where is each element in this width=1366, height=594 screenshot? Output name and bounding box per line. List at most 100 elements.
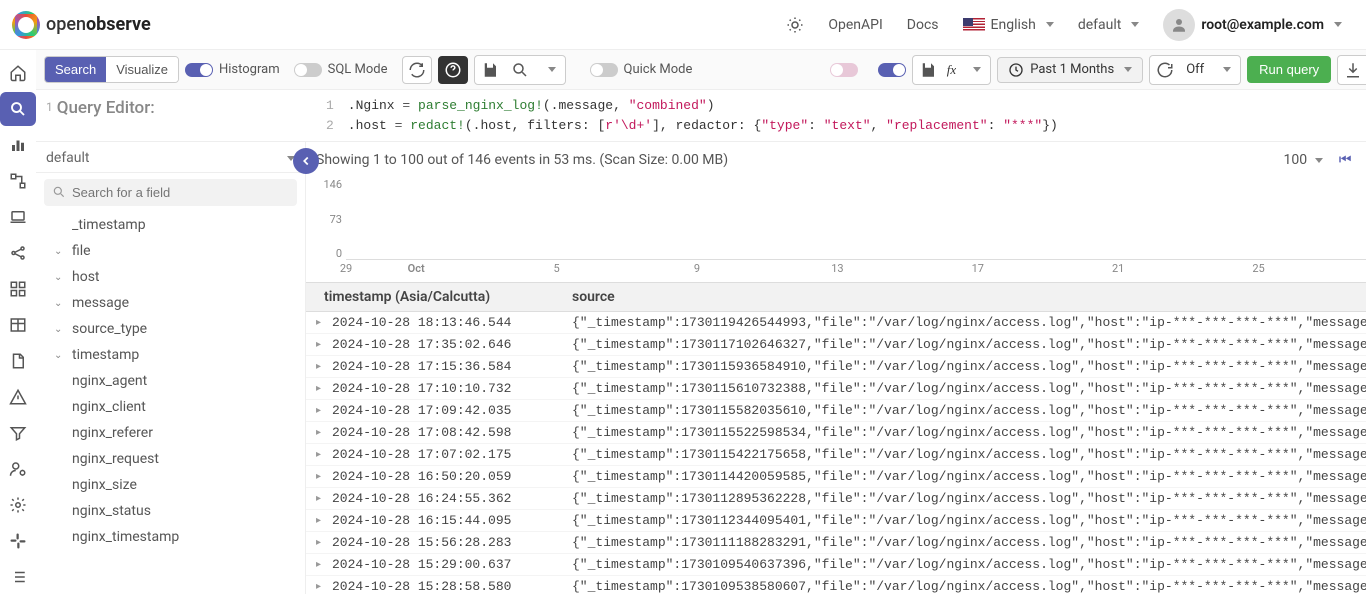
expand-row-icon[interactable]: ▸ bbox=[316, 339, 332, 351]
table-row[interactable]: ▸2024-10-28 17:07:02.175{"_timestamp":17… bbox=[306, 444, 1366, 466]
field-nginx_size[interactable]: nginx_size bbox=[36, 472, 305, 498]
table-row[interactable]: ▸2024-10-28 15:28:58.580{"_timestamp":17… bbox=[306, 576, 1366, 594]
expand-row-icon[interactable]: ▸ bbox=[316, 537, 332, 549]
field-host[interactable]: ⌄host bbox=[36, 264, 305, 290]
cell-timestamp: 2024-10-28 18:13:46.544 bbox=[332, 315, 572, 330]
expand-row-icon[interactable]: ▸ bbox=[316, 361, 332, 373]
nav-reports[interactable] bbox=[0, 344, 36, 378]
field-nginx_timestamp[interactable]: nginx_timestamp bbox=[36, 524, 305, 550]
expand-row-icon[interactable]: ▸ bbox=[316, 317, 332, 329]
pager-prev[interactable]: ◀ bbox=[1361, 148, 1366, 172]
search-saved-button[interactable] bbox=[505, 56, 535, 84]
nav-metrics[interactable] bbox=[0, 128, 36, 162]
col-header-timestamp[interactable]: timestamp (Asia/Calcutta) bbox=[316, 289, 572, 305]
nav-dashboards[interactable] bbox=[0, 272, 36, 306]
fx-save-button[interactable] bbox=[913, 56, 943, 84]
collapse-fields-button[interactable] bbox=[293, 148, 319, 174]
expand-row-icon[interactable]: ▸ bbox=[316, 559, 332, 571]
expand-row-icon[interactable]: ▸ bbox=[316, 471, 332, 483]
unknown-toggle-2[interactable] bbox=[878, 63, 906, 77]
user-menu[interactable]: root@example.com bbox=[1151, 3, 1354, 47]
expand-row-icon[interactable]: ▸ bbox=[316, 383, 332, 395]
table-row[interactable]: ▸2024-10-28 16:50:20.059{"_timestamp":17… bbox=[306, 466, 1366, 488]
nav-pipelines[interactable] bbox=[0, 236, 36, 270]
docs-link[interactable]: Docs bbox=[895, 11, 951, 39]
field-_timestamp[interactable]: _timestamp bbox=[36, 212, 305, 238]
code-editor[interactable]: 1 .Nginx = parse_nginx_log!(.message, "c… bbox=[316, 90, 1366, 141]
brand-a: open bbox=[46, 14, 86, 35]
expand-row-icon[interactable]: ▸ bbox=[316, 515, 332, 527]
field-nginx_status[interactable]: nginx_status bbox=[36, 498, 305, 524]
nav-traces[interactable] bbox=[0, 164, 36, 198]
field-timestamp[interactable]: ⌄timestamp bbox=[36, 342, 305, 368]
table-row[interactable]: ▸2024-10-28 16:24:55.362{"_timestamp":17… bbox=[306, 488, 1366, 510]
field-nginx_referer[interactable]: nginx_referer bbox=[36, 420, 305, 446]
table-row[interactable]: ▸2024-10-28 17:15:36.584{"_timestamp":17… bbox=[306, 356, 1366, 378]
org-select[interactable]: default bbox=[1066, 11, 1152, 39]
field-nginx_request[interactable]: nginx_request bbox=[36, 446, 305, 472]
chevron-down-icon bbox=[548, 67, 556, 72]
time-range-select[interactable]: Past 1 Months bbox=[997, 57, 1143, 83]
nav-functions[interactable] bbox=[0, 416, 36, 450]
page-size-select[interactable]: 100 bbox=[1284, 152, 1324, 168]
mode-visualize[interactable]: Visualize bbox=[106, 57, 178, 82]
help-button[interactable] bbox=[438, 56, 468, 84]
field-search-input[interactable] bbox=[44, 179, 297, 206]
theme-toggle[interactable] bbox=[774, 10, 816, 40]
field-source_type[interactable]: ⌄source_type bbox=[36, 316, 305, 342]
nav-rum[interactable] bbox=[0, 200, 36, 234]
table-row[interactable]: ▸2024-10-28 17:35:02.646{"_timestamp":17… bbox=[306, 334, 1366, 356]
language-select[interactable]: English bbox=[951, 11, 1066, 39]
expand-row-icon[interactable]: ▸ bbox=[316, 427, 332, 439]
mode-search[interactable]: Search bbox=[45, 57, 106, 82]
nav-slack[interactable] bbox=[0, 524, 36, 558]
expand-row-icon[interactable]: ▸ bbox=[316, 449, 332, 461]
nav-home[interactable] bbox=[0, 56, 36, 90]
nav-streams[interactable] bbox=[0, 308, 36, 342]
nav-settings[interactable] bbox=[0, 488, 36, 522]
nav-alerts[interactable] bbox=[0, 380, 36, 414]
field-message[interactable]: ⌄message bbox=[36, 290, 305, 316]
download-button[interactable] bbox=[1338, 56, 1366, 84]
expand-row-icon[interactable]: ▸ bbox=[316, 405, 332, 417]
table-row[interactable]: ▸2024-10-28 15:29:00.637{"_timestamp":17… bbox=[306, 554, 1366, 576]
table-row[interactable]: ▸2024-10-28 17:08:42.598{"_timestamp":17… bbox=[306, 422, 1366, 444]
field-file[interactable]: ⌄file bbox=[36, 238, 305, 264]
unknown-toggle-1[interactable] bbox=[830, 63, 858, 77]
save-button[interactable] bbox=[475, 56, 505, 84]
table-head: timestamp (Asia/Calcutta) source bbox=[306, 282, 1366, 312]
cell-timestamp: 2024-10-28 17:08:42.598 bbox=[332, 425, 572, 440]
run-query-button[interactable]: Run query bbox=[1247, 56, 1331, 83]
table-row[interactable]: ▸2024-10-28 17:10:10.732{"_timestamp":17… bbox=[306, 378, 1366, 400]
reset-button[interactable] bbox=[402, 56, 432, 84]
refresh-now-button[interactable] bbox=[1150, 56, 1180, 84]
nav-about[interactable] bbox=[0, 560, 36, 594]
stream-select[interactable]: default bbox=[36, 142, 305, 173]
histogram-toggle[interactable] bbox=[185, 63, 213, 77]
list-icon bbox=[9, 568, 27, 586]
expand-row-icon[interactable]: ▸ bbox=[316, 493, 332, 505]
field-nginx_client[interactable]: nginx_client bbox=[36, 394, 305, 420]
table-row[interactable]: ▸2024-10-28 15:56:28.283{"_timestamp":17… bbox=[306, 532, 1366, 554]
table-row[interactable]: ▸2024-10-28 18:13:46.544{"_timestamp":17… bbox=[306, 312, 1366, 334]
pager-first[interactable]: ⏮ bbox=[1333, 148, 1357, 172]
field-list: _timestamp⌄file⌄host⌄message⌄source_type… bbox=[36, 212, 305, 594]
histogram-chart[interactable]: 146730 29Oct5913172125 bbox=[346, 178, 1366, 278]
logo[interactable]: openobserve bbox=[12, 11, 151, 39]
nav-iam[interactable] bbox=[0, 452, 36, 486]
cell-source: {"_timestamp":1730112344095401,"file":"/… bbox=[572, 513, 1366, 528]
table-row[interactable]: ▸2024-10-28 16:15:44.095{"_timestamp":17… bbox=[306, 510, 1366, 532]
cell-source: {"_timestamp":1730115610732388,"file":"/… bbox=[572, 381, 1366, 396]
fx-dropdown[interactable] bbox=[960, 56, 990, 84]
save-dropdown[interactable] bbox=[535, 56, 565, 84]
expand-row-icon[interactable]: ▸ bbox=[316, 581, 332, 593]
openapi-link[interactable]: OpenAPI bbox=[816, 11, 894, 39]
field-nginx_agent[interactable]: nginx_agent bbox=[36, 368, 305, 394]
refresh-dropdown[interactable] bbox=[1210, 56, 1240, 84]
refresh-icon bbox=[408, 61, 426, 79]
sql-toggle[interactable] bbox=[294, 63, 322, 77]
col-header-source[interactable]: source bbox=[572, 289, 1366, 305]
table-row[interactable]: ▸2024-10-28 17:09:42.035{"_timestamp":17… bbox=[306, 400, 1366, 422]
nav-logs[interactable] bbox=[0, 92, 36, 126]
quick-toggle[interactable] bbox=[590, 63, 618, 77]
